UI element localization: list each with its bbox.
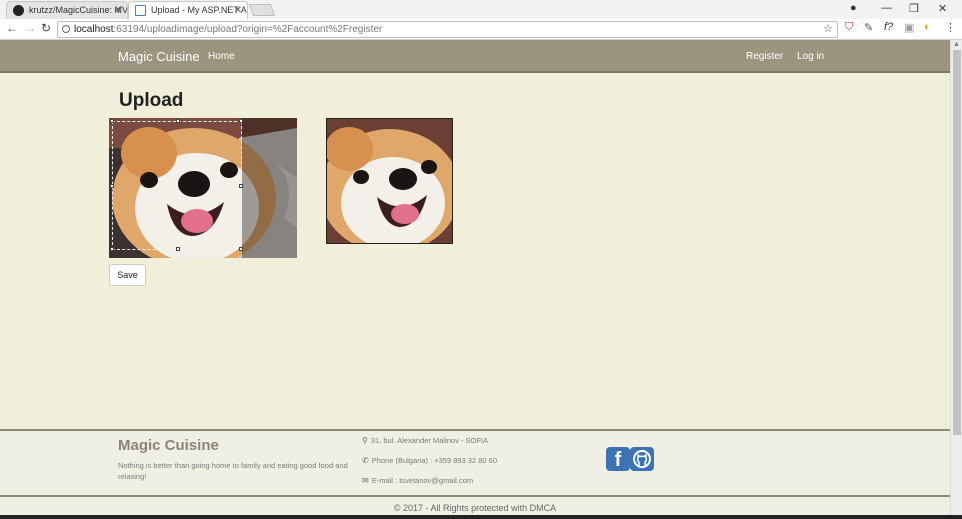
nav-link-register[interactable]: Register	[746, 51, 783, 62]
crop-handle-ne[interactable]	[239, 119, 243, 123]
function-extension-icon[interactable]: f?	[884, 21, 893, 33]
browser-tab-github[interactable]: krutzz/MagicCuisine: MV ✕	[6, 1, 128, 19]
navbar-brand[interactable]: Magic Cuisine	[118, 49, 200, 64]
crop-handle-w[interactable]	[110, 184, 114, 188]
footer-email: ✉ E-mail : tsvetanov@gmail.com	[362, 476, 473, 485]
new-tab-button[interactable]	[248, 4, 276, 16]
footer-tagline: Nothing is better than going home to fam…	[118, 461, 348, 481]
facebook-icon[interactable]: f	[606, 447, 630, 471]
address-bar-row: ← → ↻ localhost:63194/uploadimage/upload…	[0, 19, 962, 40]
map-marker-icon: ⚲	[362, 436, 368, 445]
crop-handle-se[interactable]	[239, 247, 243, 251]
browser-tab-upload[interactable]: Upload - My ASP.NET Ap ✕	[128, 1, 248, 19]
email-text: E-mail : tsvetanov@gmail.com	[371, 476, 474, 485]
nav-link-home[interactable]: Home	[208, 51, 235, 62]
site-navbar: Magic Cuisine Home Register Log in	[0, 40, 962, 73]
bookmark-star-icon[interactable]: ☆	[823, 22, 833, 37]
site-footer: Magic Cuisine Nothing is better than goi…	[0, 429, 950, 495]
address-text: 31, bul. Alexander Malinov - SOFIA	[370, 436, 488, 445]
scroll-thumb[interactable]	[953, 50, 961, 435]
footer-brand: Magic Cuisine	[118, 437, 219, 454]
nav-link-login[interactable]: Log in	[797, 51, 824, 62]
minimize-icon[interactable]: —	[881, 2, 892, 14]
envelope-icon: ✉	[362, 476, 369, 485]
pdf-extension-icon[interactable]: ▣	[904, 21, 914, 34]
scroll-up-icon[interactable]: ▲	[953, 41, 960, 48]
timer-extension-icon[interactable]: ◐	[924, 21, 931, 33]
crop-overlay-shade	[242, 118, 297, 258]
url-input[interactable]: localhost:63194/uploadimage/upload?origi…	[57, 21, 838, 38]
page-favicon-icon	[135, 5, 146, 16]
page-title: Upload	[119, 90, 184, 111]
github-favicon-icon	[13, 5, 24, 16]
eyedropper-extension-icon[interactable]: ✎	[864, 21, 873, 34]
github-icon[interactable]	[630, 447, 654, 471]
profile-icon[interactable]: ●	[850, 2, 857, 14]
crop-preview	[326, 118, 453, 244]
crop-handle-s[interactable]	[176, 247, 180, 251]
crop-handle-nw[interactable]	[110, 119, 114, 123]
reload-icon[interactable]: ↻	[41, 21, 51, 35]
save-button[interactable]: Save	[109, 264, 146, 286]
crop-selection-box[interactable]	[110, 119, 243, 251]
crop-handle-n[interactable]	[176, 119, 180, 123]
dog-preview-photo	[327, 119, 452, 243]
footer-address: ⚲ 31, bul. Alexander Malinov - SOFIA	[362, 436, 488, 445]
copyright-icon: ©	[393, 503, 401, 513]
url-path: :63194/uploadimage/upload?origin=%2Facco…	[113, 24, 383, 35]
back-icon[interactable]: ←	[6, 21, 18, 35]
forward-icon[interactable]: →	[24, 21, 36, 35]
restore-icon[interactable]: ❐	[909, 2, 919, 15]
close-tab-icon[interactable]: ✕	[114, 2, 122, 19]
page-scrollbar[interactable]: ▲	[950, 40, 962, 519]
close-tab-icon[interactable]: ✕	[234, 2, 242, 19]
footer-phone: ✆ Phone (Bulgaria) : +359 893 32 80 60	[362, 456, 497, 465]
crop-handle-sw[interactable]	[110, 247, 114, 251]
github-mark	[633, 450, 651, 468]
shield-extension-icon[interactable]: ⛉	[845, 21, 853, 34]
phone-text: Phone (Bulgaria) : +359 893 32 80 60	[371, 456, 498, 465]
browser-tabstrip: krutzz/MagicCuisine: MV ✕ Upload - My AS…	[0, 0, 962, 19]
taskbar-edge	[0, 515, 962, 519]
menu-kebab-icon[interactable]: ⋮	[945, 21, 956, 34]
copyright-text: 2017 - All Rights protected with DMCA	[403, 503, 557, 513]
info-icon[interactable]	[62, 25, 70, 33]
phone-icon: ✆	[362, 456, 369, 465]
image-cropper[interactable]	[109, 118, 297, 258]
crop-handle-e[interactable]	[239, 184, 243, 188]
close-window-icon[interactable]: ✕	[938, 2, 947, 15]
url-host: localhost	[74, 24, 114, 35]
